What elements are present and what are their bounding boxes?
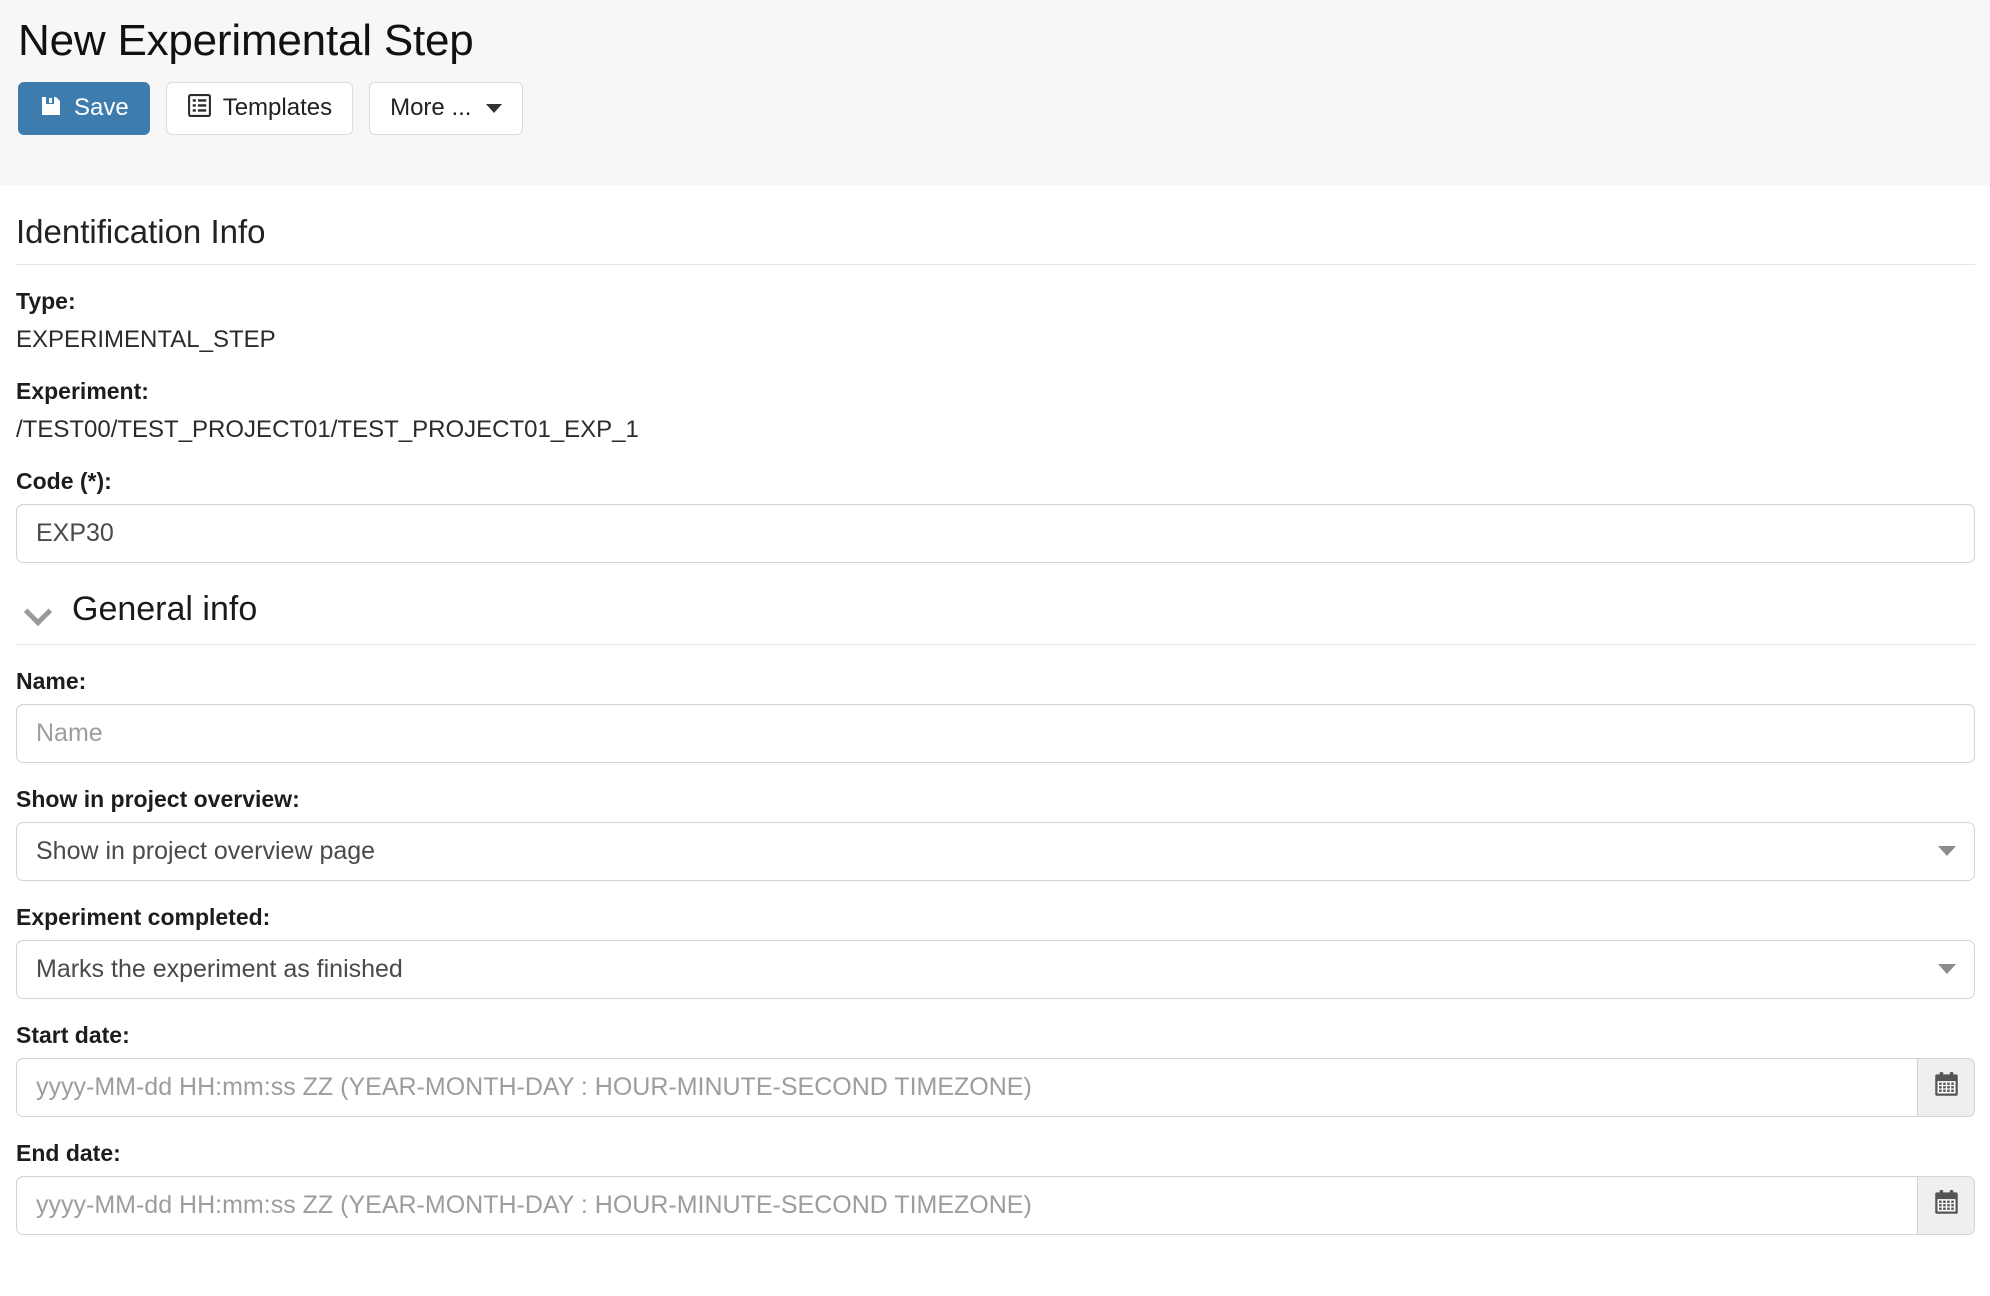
calendar-icon — [1933, 1071, 1960, 1103]
type-value: EXPERIMENTAL_STEP — [16, 326, 276, 354]
start-date-input[interactable]: yyyy-MM-dd HH:mm:ss ZZ (YEAR-MONTH-DAY :… — [16, 1057, 1917, 1117]
code-label: Code (*): — [16, 468, 112, 495]
toolbar: Save Templates More ... — [18, 81, 1990, 135]
start-date-label: Start date: — [16, 1021, 130, 1048]
list-table-icon — [187, 93, 212, 123]
experiment-completed-value: Marks the experiment as finished — [36, 954, 403, 983]
chevron-down-icon — [1938, 846, 1956, 857]
experiment-completed-select[interactable]: Marks the experiment as finished — [16, 939, 1975, 999]
experiment-completed-label: Experiment completed: — [16, 903, 271, 930]
experiment-label: Experiment: — [16, 378, 149, 405]
show-in-project-overview-value: Show in project overview page — [36, 836, 376, 865]
templates-button[interactable]: Templates — [165, 81, 354, 135]
end-date-calendar-button[interactable] — [1917, 1175, 1975, 1235]
end-date-field-group: yyyy-MM-dd HH:mm:ss ZZ (YEAR-MONTH-DAY :… — [16, 1175, 1975, 1235]
code-input[interactable]: EXP30 — [16, 504, 1975, 564]
start-date-calendar-button[interactable] — [1917, 1057, 1975, 1117]
experiment-value: /TEST00/TEST_PROJECT01/TEST_PROJECT01_EX… — [16, 416, 639, 444]
general-info-heading: General info — [72, 590, 258, 629]
calendar-icon — [1933, 1189, 1960, 1221]
end-date-label: End date: — [16, 1139, 121, 1166]
end-date-input[interactable]: yyyy-MM-dd HH:mm:ss ZZ (YEAR-MONTH-DAY :… — [16, 1175, 1917, 1235]
general-info-section-toggle[interactable]: General info — [16, 589, 1975, 644]
type-label: Type: — [16, 288, 76, 315]
identification-info-heading: Identification Info — [16, 213, 266, 250]
name-label: Name: — [16, 668, 87, 695]
chevron-down-icon — [26, 602, 52, 618]
general-info-divider — [16, 644, 1975, 646]
section-divider — [16, 264, 1975, 266]
show-in-project-overview-select[interactable]: Show in project overview page — [16, 821, 1975, 881]
start-date-field-group: yyyy-MM-dd HH:mm:ss ZZ (YEAR-MONTH-DAY :… — [16, 1057, 1975, 1117]
show-in-project-overview-label: Show in project overview: — [16, 785, 300, 812]
chevron-down-icon — [1938, 964, 1956, 975]
save-button[interactable]: Save — [18, 81, 150, 135]
floppy-disk-icon — [39, 94, 63, 123]
save-button-label: Save — [74, 94, 129, 122]
more-dropdown-label: More ... — [390, 94, 472, 122]
caret-down-icon — [486, 103, 503, 113]
name-input[interactable]: Name — [16, 703, 1975, 763]
templates-button-label: Templates — [222, 94, 333, 122]
more-dropdown-button[interactable]: More ... — [369, 81, 524, 135]
form-content: Identification Info Type: EXPERIMENTAL_S… — [0, 211, 1990, 1235]
page-header: New Experimental Step Save Templates Mor… — [0, 0, 1990, 185]
page-title: New Experimental Step — [18, 16, 474, 65]
